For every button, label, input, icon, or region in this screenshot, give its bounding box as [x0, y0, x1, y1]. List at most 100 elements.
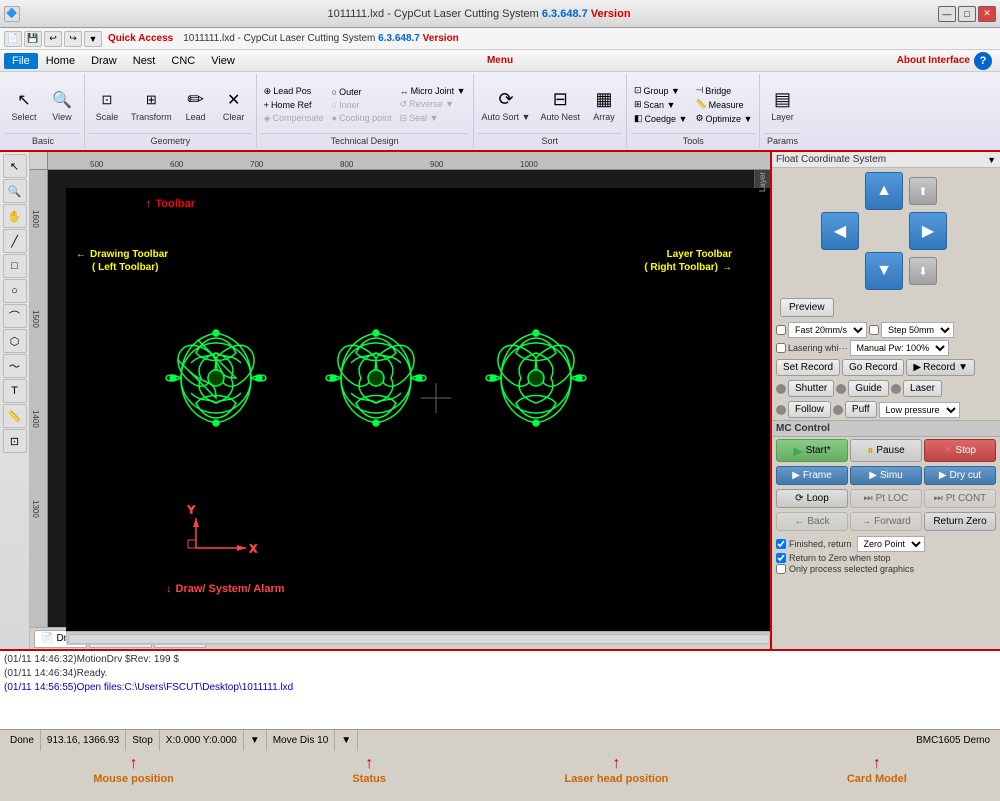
- clear-button[interactable]: ✕ Clear: [216, 86, 252, 124]
- lt-rect[interactable]: □: [3, 254, 27, 278]
- menu-nest[interactable]: Nest: [125, 53, 164, 69]
- finished-select[interactable]: Zero Point: [857, 536, 925, 552]
- optimize-button[interactable]: ⚙Optimize ▼: [692, 112, 755, 125]
- lt-arc[interactable]: ⌒: [3, 304, 27, 328]
- dir-up-button[interactable]: ▲: [865, 172, 903, 210]
- frame-button[interactable]: ▶ Frame: [776, 466, 848, 485]
- home-ref-button[interactable]: +Home Ref: [261, 99, 327, 111]
- lt-spline[interactable]: 〜: [3, 354, 27, 378]
- coedge-button[interactable]: ◧Coedge ▼: [631, 112, 690, 125]
- preview-button[interactable]: Preview: [780, 298, 834, 317]
- dir-down-button[interactable]: ▼: [865, 252, 903, 290]
- auto-sort-button[interactable]: ⟳ Auto Sort ▼: [478, 86, 535, 124]
- scale-button[interactable]: ⊡ Scale: [89, 86, 125, 124]
- menu-cnc[interactable]: CNC: [163, 53, 203, 69]
- lt-pan[interactable]: ✋: [3, 204, 27, 228]
- drawing-canvas[interactable]: ↑ Toolbar ←Drawing Toolbar( Left Toolbar…: [66, 188, 770, 645]
- measure-button[interactable]: 📏Measure: [692, 98, 755, 111]
- layer-icon: ▤: [770, 88, 794, 112]
- micro-joint-button[interactable]: ↔Micro Joint ▼: [397, 85, 469, 97]
- about-button[interactable]: ?: [974, 52, 992, 70]
- redo-button[interactable]: ↪: [64, 31, 82, 47]
- bridge-button[interactable]: ⊣Bridge: [692, 84, 755, 97]
- dir-right-button[interactable]: ▶: [909, 212, 947, 250]
- new-file-button[interactable]: 📄: [4, 31, 22, 47]
- follow-button[interactable]: Follow: [788, 401, 831, 418]
- lt-text[interactable]: T: [3, 379, 27, 403]
- transform-button[interactable]: ⊞ Transform: [127, 86, 176, 124]
- save-button[interactable]: 💾: [24, 31, 42, 47]
- menu-view[interactable]: View: [203, 53, 243, 69]
- lead-pos-button[interactable]: ⊕Lead Pos: [261, 85, 327, 98]
- return-zero-checkbox[interactable]: [776, 553, 786, 563]
- lt-node[interactable]: ⊡: [3, 429, 27, 453]
- reverse-button[interactable]: ↺Reverse ▼: [397, 98, 469, 111]
- cooling-point-button[interactable]: ●Cooling point: [329, 112, 395, 124]
- lead-button[interactable]: ✏ Lead: [178, 86, 214, 124]
- lt-poly[interactable]: ⬡: [3, 329, 27, 353]
- finished-checkbox[interactable]: [776, 539, 786, 549]
- title-bar-left: 🔷: [4, 6, 20, 22]
- guide-button[interactable]: Guide: [848, 380, 889, 397]
- inner-button[interactable]: ○Inner: [329, 99, 395, 111]
- menu-home[interactable]: Home: [38, 53, 83, 69]
- status-move-dis-dropdown[interactable]: ▼: [335, 730, 358, 751]
- dir-left-button[interactable]: ◀: [821, 212, 859, 250]
- pt-loc-button[interactable]: ⏭ Pt LOC: [850, 489, 922, 508]
- fast-checkbox[interactable]: [776, 325, 786, 335]
- start-button[interactable]: ▶ Start*: [776, 439, 848, 462]
- forward-button[interactable]: → Forward: [850, 512, 922, 531]
- minimize-button[interactable]: —: [938, 6, 956, 22]
- layer-button[interactable]: ▤ Layer: [764, 86, 800, 124]
- return-zero-button[interactable]: Return Zero: [924, 512, 996, 531]
- dir-up-right-button[interactable]: ⬆: [909, 177, 937, 205]
- back-button[interactable]: ← Back: [776, 512, 848, 531]
- array-button[interactable]: ▦ Array: [586, 86, 622, 124]
- group-button[interactable]: ⊡Group ▼: [631, 84, 690, 97]
- maximize-button[interactable]: □: [958, 6, 976, 22]
- lt-zoom[interactable]: 🔍: [3, 179, 27, 203]
- set-record-button[interactable]: Set Record: [776, 359, 840, 376]
- outer-button[interactable]: ○Outer: [329, 86, 395, 98]
- scan-button[interactable]: ⊞Scan ▼: [631, 98, 690, 111]
- laser-button[interactable]: Laser: [903, 380, 942, 397]
- dir-down-right-button[interactable]: ⬇: [909, 257, 937, 285]
- horizontal-scrollbar[interactable]: [66, 631, 770, 645]
- compensate-button[interactable]: ◈Compensate: [261, 112, 327, 125]
- pause-button[interactable]: ⏸ Pause: [850, 439, 922, 462]
- status-laser-pos-dropdown[interactable]: ▼: [244, 730, 267, 751]
- view-button[interactable]: 🔍 View: [44, 86, 80, 124]
- select-button[interactable]: ↖ Select: [6, 86, 42, 124]
- lt-measure[interactable]: 📏: [3, 404, 27, 428]
- lt-circle[interactable]: ○: [3, 279, 27, 303]
- right-panel: Float Coordinate System ▼ ▲ ⬆ ◀ ▶ ▼ ⬇ Pr…: [770, 152, 1000, 649]
- stop-button[interactable]: ✕ Stop: [924, 439, 996, 462]
- fast-speed-select[interactable]: Fast 20mm/s: [788, 322, 867, 338]
- undo-button[interactable]: ↩: [44, 31, 62, 47]
- low-pressure-select[interactable]: Low pressure: [879, 402, 960, 418]
- canvas-area[interactable]: 500 600 700 800 900 1000 1600 1500 1400 …: [30, 152, 770, 649]
- status-card-model: BMC1605 Demo: [910, 730, 996, 751]
- close-button[interactable]: ✕: [978, 6, 996, 22]
- loop-button[interactable]: ⟳ Loop: [776, 489, 848, 508]
- lt-line[interactable]: ╱: [3, 229, 27, 253]
- record-dropdown-button[interactable]: ▶ Record ▼: [906, 359, 975, 376]
- go-record-button[interactable]: Go Record: [842, 359, 904, 376]
- lasering-checkbox[interactable]: [776, 343, 786, 353]
- dry-cut-button[interactable]: ▶ Dry cut: [924, 466, 996, 485]
- step-checkbox[interactable]: [869, 325, 879, 335]
- seal-button[interactable]: ⊟Seal ▼: [397, 112, 469, 125]
- pt-cont-button[interactable]: ⏭ Pt CONT: [924, 489, 996, 508]
- step-select[interactable]: Step 50mm: [881, 322, 954, 338]
- quick-access-dropdown[interactable]: ▼: [84, 31, 102, 47]
- shutter-button[interactable]: Shutter: [788, 380, 834, 397]
- menu-draw[interactable]: Draw: [83, 53, 125, 69]
- puff-button[interactable]: Puff: [845, 401, 877, 418]
- window-controls[interactable]: — □ ✕: [938, 6, 996, 22]
- simu-button[interactable]: ▶ Simu: [850, 466, 922, 485]
- lt-pointer[interactable]: ↖: [3, 154, 27, 178]
- only-process-checkbox[interactable]: [776, 564, 786, 574]
- manual-pw-select[interactable]: Manual Pw: 100%: [850, 340, 949, 356]
- menu-file[interactable]: File: [4, 53, 38, 69]
- auto-nest-button[interactable]: ⊟ Auto Nest: [536, 86, 584, 124]
